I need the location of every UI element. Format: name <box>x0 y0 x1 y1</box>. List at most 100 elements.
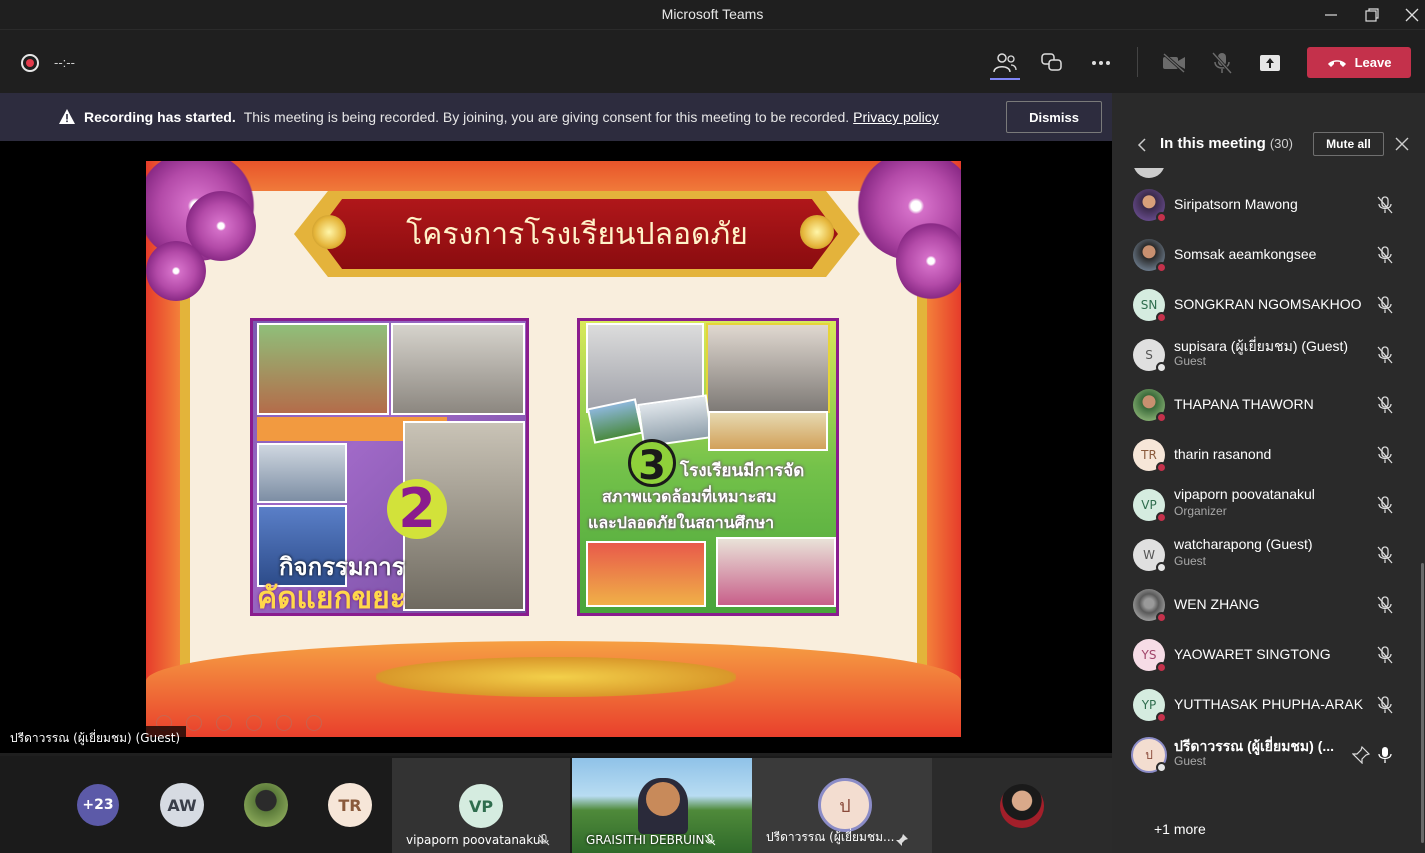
microphone-off-icon[interactable] <box>1376 546 1394 564</box>
camera-button[interactable] <box>1157 46 1191 80</box>
participant-avatar <box>1133 168 1165 178</box>
participants-panel: In this meeting (30) Mute all Siripatsorn… <box>1112 93 1425 853</box>
participant-list-scrollbar[interactable] <box>1421 563 1424 843</box>
microphone-off-icon[interactable] <box>1376 596 1394 614</box>
teams-window: Microsoft Teams --:-- Leave Recording ha… <box>0 0 1425 853</box>
close-icon <box>1405 8 1419 22</box>
presence-busy-icon <box>1156 262 1167 273</box>
microphone-off-icon[interactable] <box>1376 196 1394 214</box>
microphone-off-icon[interactable] <box>1376 496 1394 514</box>
microphone-icon[interactable] <box>1376 746 1394 764</box>
participant-tile[interactable] <box>932 758 1112 853</box>
microphone-off-icon <box>704 834 716 846</box>
minimize-button[interactable] <box>1311 0 1351 30</box>
participant-tile-name: ปรีดาวรรณ (ผู้เยี่ยมชม... <box>766 830 895 844</box>
list-item[interactable]: Somsak aeamkongsee <box>1112 230 1412 280</box>
title-bar: Microsoft Teams <box>0 0 1425 30</box>
list-item[interactable]: YP YUTTHASAK PHUPHA-ARAK <box>1112 680 1412 730</box>
privacy-policy-link[interactable]: Privacy policy <box>853 109 939 125</box>
participant-avatar: VP <box>459 784 503 828</box>
participants-panel-title: In this meeting (30) <box>1160 135 1293 152</box>
list-item[interactable]: VP vipaporn poovatanakul Organizer <box>1112 480 1412 530</box>
microphone-button[interactable] <box>1205 46 1239 80</box>
participant-tile[interactable]: VP vipaporn poovatanakul <box>392 758 570 853</box>
participant-photo-avatar[interactable] <box>244 783 288 827</box>
people-icon <box>993 53 1017 73</box>
list-item[interactable]: W watcharapong (Guest) Guest <box>1112 530 1412 580</box>
more-actions-button[interactable] <box>1084 46 1118 80</box>
close-button[interactable] <box>1392 0 1425 30</box>
leave-label: Leave <box>1354 55 1392 70</box>
presence-away-icon <box>1156 362 1167 373</box>
list-item[interactable]: YS YAOWARET SINGTONG <box>1112 630 1412 680</box>
list-item[interactable]: S supisara (ผู้เยี่ยมชม) (Guest) Guest <box>1112 330 1412 380</box>
microphone-off-icon[interactable] <box>1376 446 1394 464</box>
slide-control-icon[interactable] <box>246 715 262 731</box>
participant-photo-avatar <box>1000 784 1044 828</box>
participant-video-tile[interactable]: GRAISITHI DEBRUIN <box>572 758 752 853</box>
slide-control-icon[interactable] <box>276 715 292 731</box>
flower-decoration <box>896 221 961 301</box>
show-more-participants-link[interactable]: +1 more <box>1154 821 1206 837</box>
microphone-off-icon[interactable] <box>1376 696 1394 714</box>
slide-control-icon[interactable] <box>186 715 202 731</box>
chevron-left-icon[interactable] <box>1137 138 1147 152</box>
show-participants-button[interactable] <box>988 46 1022 80</box>
flower-decoration <box>146 241 206 301</box>
microphone-off-icon[interactable] <box>1376 246 1394 264</box>
participant-tile[interactable]: ป ปรีดาวรรณ (ผู้เยี่ยมชม... <box>752 758 932 853</box>
list-item[interactable]: SN SONGKRAN NGOMSAKHOO <box>1112 280 1412 330</box>
list-item[interactable]: THAPANA THAWORN <box>1112 380 1412 430</box>
list-item[interactable]: Siripatsorn Mawong <box>1112 180 1412 230</box>
activity-photo <box>706 323 830 413</box>
overflow-participants-button[interactable]: +23 <box>77 784 119 826</box>
shared-slide: โครงการโรงเรียนปลอดภัย 2 กิจกรรมการ คัดแ… <box>146 161 961 737</box>
participant-name: Somsak aeamkongsee <box>1174 246 1317 262</box>
leave-button[interactable]: Leave <box>1307 47 1411 78</box>
list-item[interactable]: ป ปรีดาวรรณ (ผู้เยี่ยมชม) (... Guest <box>1112 730 1412 780</box>
pin-icon[interactable] <box>1352 746 1370 764</box>
slide-control-icon[interactable] <box>306 715 322 731</box>
presence-away-icon <box>1156 562 1167 573</box>
participant-role: Guest <box>1174 554 1207 568</box>
share-screen-button[interactable] <box>1253 46 1287 80</box>
presenter-label: ปรีดาวรรณ (ผู้เยี่ยมชม) (Guest) <box>4 726 187 751</box>
restore-button[interactable] <box>1352 0 1392 30</box>
participant-name: YUTTHASAK PHUPHA-ARAK <box>1174 696 1364 712</box>
presence-busy-icon <box>1156 612 1167 623</box>
mute-all-button[interactable]: Mute all <box>1313 132 1384 156</box>
participant-strip: +23 AW TR VP vipaporn poovatanakul GRAIS… <box>0 756 1112 853</box>
presence-busy-icon <box>1156 212 1167 223</box>
microphone-off-icon[interactable] <box>1376 396 1394 414</box>
participant-avatar[interactable]: AW <box>160 783 204 827</box>
list-item[interactable]: TR tharin rasanond <box>1112 430 1412 480</box>
recording-banner: Recording has started. This meeting is b… <box>0 93 1112 141</box>
microphone-off-icon[interactable] <box>1376 346 1394 364</box>
dismiss-button[interactable]: Dismiss <box>1006 101 1102 133</box>
microphone-off-icon <box>1212 52 1232 74</box>
slide-title: โครงการโรงเรียนปลอดภัย <box>406 216 748 252</box>
title-plate: โครงการโรงเรียนปลอดภัย <box>316 199 838 269</box>
microphone-off-icon <box>538 834 550 846</box>
participant-role: Organizer <box>1174 504 1227 518</box>
presence-away-icon <box>1156 762 1167 773</box>
recording-indicator-icon <box>21 54 39 72</box>
window-title: Microsoft Teams <box>661 6 764 22</box>
list-item[interactable]: WEN ZHANG <box>1112 580 1412 630</box>
show-conversation-button[interactable] <box>1035 46 1069 80</box>
slide-photo-panel-left: 2 กิจกรรมการ คัดแยกขยะ <box>250 318 529 616</box>
minimize-icon <box>1325 14 1337 16</box>
shared-content-stage: โครงการโรงเรียนปลอดภัย 2 กิจกรรมการ คัดแ… <box>0 141 1112 753</box>
activity-photo <box>257 443 347 503</box>
presence-busy-icon <box>1156 662 1167 673</box>
participant-name: watcharapong (Guest) <box>1174 536 1313 552</box>
activity-photo <box>586 541 706 607</box>
microphone-off-icon[interactable] <box>1376 296 1394 314</box>
slide-control-icon[interactable] <box>216 715 232 731</box>
participant-avatar[interactable]: TR <box>328 783 372 827</box>
activity-photo <box>391 323 525 415</box>
microphone-off-icon[interactable] <box>1376 646 1394 664</box>
banner-title: Recording has started. <box>84 109 236 125</box>
close-icon[interactable] <box>1395 137 1409 151</box>
participant-name: SONGKRAN NGOMSAKHOO <box>1174 296 1362 312</box>
